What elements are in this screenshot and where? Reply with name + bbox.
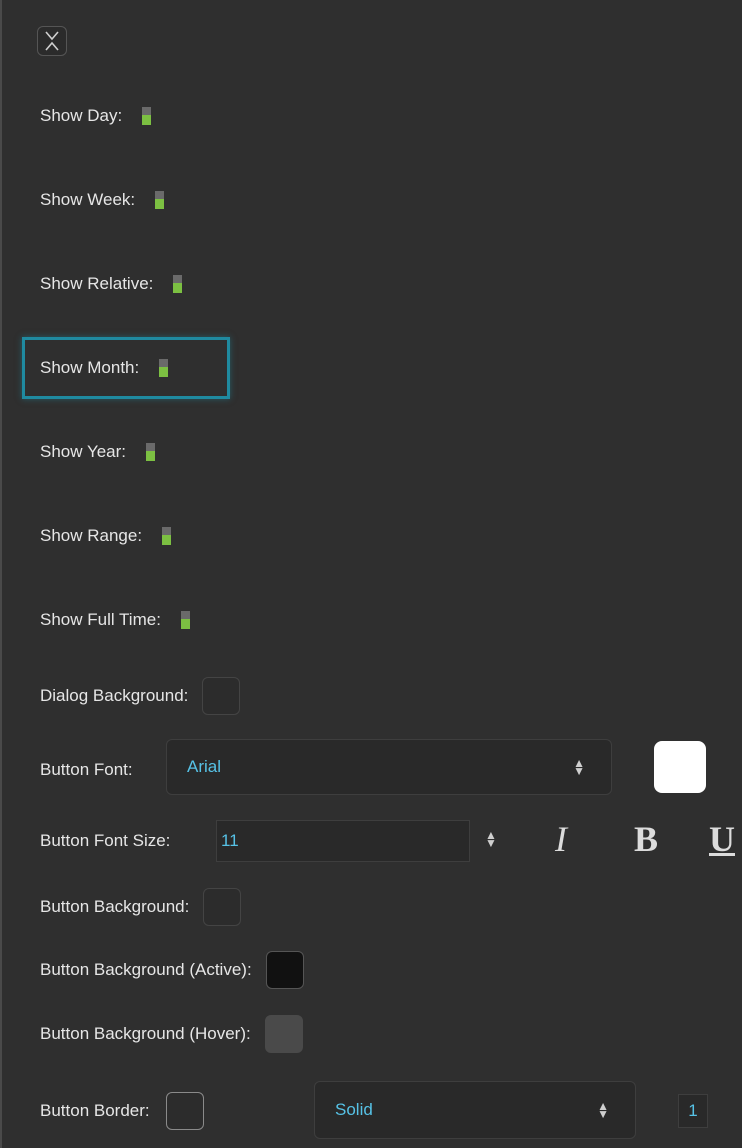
button-background-hover-swatch[interactable] (264, 1015, 303, 1053)
show-relative-toggle[interactable] (173, 275, 183, 293)
button-background-row: Button Background: (40, 888, 242, 926)
settings-panel: Show Day: Show Week: Show Relative: Show… (0, 0, 742, 1148)
button-border-row: Button Border: (40, 1092, 204, 1130)
show-month-row: Show Month: (40, 350, 169, 386)
select-arrows-icon: ▲ ▼ (573, 756, 585, 778)
button-font-select[interactable]: Arial ▲ ▼ (166, 739, 612, 795)
show-day-toggle[interactable] (142, 107, 152, 125)
show-month-toggle[interactable] (159, 359, 169, 377)
dialog-background-swatch[interactable] (202, 677, 241, 715)
button-font-color-swatch[interactable] (654, 741, 706, 793)
button-border-style-value: Solid (335, 1100, 373, 1119)
button-background-active-label: Button Background (Active): (40, 960, 252, 979)
button-border-style-select[interactable]: Solid ▲ ▼ (314, 1081, 636, 1139)
collapse-icon (45, 31, 59, 51)
button-background-active-swatch[interactable] (265, 951, 304, 989)
button-background-hover-row: Button Background (Hover): (40, 1015, 303, 1053)
italic-button[interactable]: I (555, 818, 567, 860)
show-week-row: Show Week: (40, 182, 165, 218)
button-background-label: Button Background: (40, 897, 190, 916)
button-border-color-swatch[interactable] (165, 1092, 204, 1130)
show-full-time-label: Show Full Time: (40, 610, 161, 629)
show-day-row: Show Day: (40, 98, 152, 134)
show-range-toggle[interactable] (162, 527, 172, 545)
button-border-width-value: 1 (688, 1101, 698, 1120)
bold-button[interactable]: B (634, 818, 658, 860)
button-background-swatch[interactable] (203, 888, 242, 926)
show-relative-label: Show Relative: (40, 274, 154, 293)
show-year-label: Show Year: (40, 442, 127, 461)
show-week-label: Show Week: (40, 190, 136, 209)
button-font-row: Button Font: (40, 752, 133, 788)
show-day-label: Show Day: (40, 106, 123, 125)
button-border-width-input[interactable]: 1 (678, 1094, 708, 1128)
font-size-stepper-icon[interactable]: ▲ ▼ (485, 829, 497, 849)
select-arrows-icon: ▲ ▼ (597, 1099, 609, 1121)
button-font-size-label: Button Font Size: (40, 831, 171, 850)
underline-button[interactable]: U (709, 818, 742, 860)
dialog-background-row: Dialog Background: (40, 677, 241, 715)
show-range-row: Show Range: (40, 518, 172, 554)
show-month-label: Show Month: (40, 358, 140, 377)
dialog-background-label: Dialog Background: (40, 686, 189, 705)
show-full-time-toggle[interactable] (180, 611, 190, 629)
button-font-size-input[interactable]: 11 (216, 820, 470, 862)
collapse-button[interactable] (37, 26, 67, 56)
show-week-toggle[interactable] (155, 191, 165, 209)
show-range-label: Show Range: (40, 526, 143, 545)
button-font-label: Button Font: (40, 760, 133, 779)
button-border-label: Button Border: (40, 1101, 150, 1120)
button-font-size-row: Button Font Size: (40, 823, 170, 859)
button-font-size-value: 11 (221, 831, 239, 850)
show-year-toggle[interactable] (146, 443, 156, 461)
button-background-active-row: Button Background (Active): (40, 951, 304, 989)
button-background-hover-label: Button Background (Hover): (40, 1024, 251, 1043)
button-font-value: Arial (187, 757, 222, 776)
show-relative-row: Show Relative: (40, 266, 183, 302)
show-year-row: Show Year: (40, 434, 156, 470)
show-full-time-row: Show Full Time: (40, 602, 190, 638)
